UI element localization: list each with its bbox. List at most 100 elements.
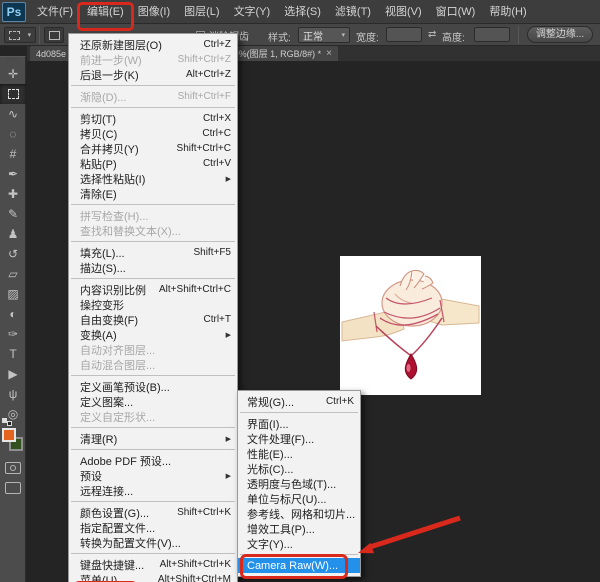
menu-item[interactable]: 单位与标尺(U)...	[238, 491, 360, 506]
menu-item[interactable]: 指定配置文件...	[69, 520, 237, 535]
menu-item[interactable]: 变换(A)▶	[69, 327, 237, 342]
menu-item[interactable]: 清理(R)▶	[69, 431, 237, 446]
menu-item[interactable]: 粘贴(P)Ctrl+V	[69, 156, 237, 171]
menu-item[interactable]: 剪切(T)Ctrl+X	[69, 111, 237, 126]
style-select[interactable]: 正常 ▾	[298, 27, 350, 43]
menu-item[interactable]: 性能(E)...	[238, 446, 360, 461]
menu-item[interactable]: 转换为配置文件(V)...	[69, 535, 237, 550]
dodge-tool-icon[interactable]: ◐	[0, 304, 26, 324]
menu-item[interactable]: 预设▶	[69, 468, 237, 483]
eraser-tool-icon[interactable]: ▱	[0, 264, 26, 284]
menu-item[interactable]: 填充(L)...Shift+F5	[69, 245, 237, 260]
menu-item[interactable]: 后退一步(K)Alt+Ctrl+Z	[69, 67, 237, 82]
submenu-arrow-icon: ▶	[226, 472, 231, 480]
width-label: 宽度:	[356, 29, 379, 44]
menubar-item[interactable]: 文字(Y)	[227, 0, 278, 24]
menubar-item[interactable]: 帮助(H)	[482, 0, 533, 24]
screen-mode-button[interactable]	[5, 482, 21, 494]
type-tool-icon[interactable]: T	[0, 344, 26, 364]
clone-stamp-tool-icon[interactable]: ♟	[0, 224, 26, 244]
menu-item[interactable]: 拼写检查(H)...	[69, 208, 237, 223]
menubar-item[interactable]: 图像(I)	[131, 0, 177, 24]
menu-item[interactable]: 定义自定形状...	[69, 409, 237, 424]
menu-item[interactable]: 操控变形	[69, 297, 237, 312]
menu-item[interactable]: 描边(S)...	[69, 260, 237, 275]
close-icon[interactable]: ×	[326, 48, 332, 59]
menu-item-label: 光标(C)...	[247, 461, 293, 477]
menu-item[interactable]: 合并拷贝(Y)Shift+Ctrl+C	[69, 141, 237, 156]
spot-healing-brush-tool-icon[interactable]: ✚	[0, 184, 26, 204]
toolbox-grip-icon[interactable]: ····	[0, 57, 25, 64]
menu-item-label: 单位与标尺(U)...	[247, 491, 326, 507]
height-input[interactable]	[474, 27, 510, 42]
menu-item[interactable]: 界面(I)...	[238, 416, 360, 431]
swap-dimensions-icon[interactable]: ⇄	[428, 29, 436, 40]
menu-item-label: 查找和替换文本(X)...	[80, 223, 181, 239]
menubar-item[interactable]: 滤镜(T)	[328, 0, 378, 24]
menu-item[interactable]: 前进一步(W)Shift+Ctrl+Z	[69, 52, 237, 67]
brush-tool-icon[interactable]: ✎	[0, 204, 26, 224]
menu-item[interactable]: Camera Raw(W)...	[238, 558, 360, 573]
menu-item-label: 界面(I)...	[247, 416, 289, 432]
canvas-image[interactable]	[340, 256, 481, 395]
move-tool-icon[interactable]: ✛	[0, 64, 26, 84]
menu-item[interactable]: 清除(E)	[69, 186, 237, 201]
menu-item[interactable]: 增效工具(P)...	[238, 521, 360, 536]
menu-item[interactable]: 查找和替换文本(X)...	[69, 223, 237, 238]
quick-selection-tool-icon[interactable]: ◌	[0, 124, 26, 144]
path-selection-tool-icon[interactable]: ▶	[0, 364, 26, 384]
menu-item[interactable]: 定义画笔预设(B)...	[69, 379, 237, 394]
menu-item-label: 菜单(U)...	[80, 572, 126, 582]
lasso-tool-icon[interactable]: ∿	[0, 104, 26, 124]
eyedropper-tool-icon[interactable]: ✒	[0, 164, 26, 184]
menu-item[interactable]: 自动对齐图层...	[69, 342, 237, 357]
crop-tool-icon[interactable]: #	[0, 144, 26, 164]
menu-item-shortcut: Alt+Shift+Ctrl+C	[159, 284, 231, 295]
rectangular-marquee-tool-icon[interactable]	[0, 84, 26, 104]
width-input[interactable]	[386, 27, 422, 42]
menu-item[interactable]: 自由变换(F)Ctrl+T	[69, 312, 237, 327]
menubar-item[interactable]: 文件(F)	[30, 0, 80, 24]
menu-item[interactable]: 拷贝(C)Ctrl+C	[69, 126, 237, 141]
menu-item[interactable]: 参考线、网格和切片...	[238, 506, 360, 521]
menu-item[interactable]: 定义图案...	[69, 394, 237, 409]
menu-item[interactable]: 还原新建图层(O)Ctrl+Z	[69, 37, 237, 52]
new-selection-mode-button[interactable]	[44, 27, 64, 43]
photoshop-window: Ps 文件(F)编辑(E)图像(I)图层(L)文字(Y)选择(S)滤镜(T)视图…	[0, 0, 600, 582]
history-brush-tool-icon[interactable]: ↺	[0, 244, 26, 264]
menu-item[interactable]: 内容识别比例Alt+Shift+Ctrl+C	[69, 282, 237, 297]
foreground-color-swatch[interactable]	[2, 428, 16, 442]
hand-tool-icon[interactable]: ψ	[0, 384, 26, 404]
menu-item[interactable]: 菜单(U)... Alt+Shift+Ctrl+M	[69, 572, 237, 582]
menu-item-label: 粘贴(P)	[80, 156, 117, 172]
menubar-item[interactable]: 视图(V)	[378, 0, 429, 24]
menu-item-label: 后退一步(K)	[80, 67, 139, 83]
gradient-tool-icon[interactable]: ▨	[0, 284, 26, 304]
quick-mask-button[interactable]	[5, 462, 21, 474]
menu-item[interactable]: 文字(Y)...	[238, 536, 360, 551]
menu-item[interactable]: Adobe PDF 预设...	[69, 453, 237, 468]
tool-preset-picker[interactable]: ▾	[4, 27, 36, 43]
menu-item[interactable]: 透明度与色域(T)...	[238, 476, 360, 491]
menubar-item[interactable]: 编辑(E)	[80, 0, 131, 24]
default-colors-icon[interactable]	[2, 418, 12, 426]
menu-item[interactable]: 光标(C)...	[238, 461, 360, 476]
menu-item[interactable]: 自动混合图层...	[69, 357, 237, 372]
menubar-item[interactable]: 选择(S)	[277, 0, 328, 24]
menu-item-shortcut: Shift+Ctrl+K	[177, 507, 231, 518]
menu-item-shortcut: Alt+Shift+Ctrl+M	[158, 574, 231, 582]
menu-item[interactable]: 颜色设置(G)...Shift+Ctrl+K	[69, 505, 237, 520]
menu-item-label: 自动对齐图层...	[80, 342, 155, 358]
menu-item[interactable]: 键盘快捷键...Alt+Shift+Ctrl+K	[69, 557, 237, 572]
menu-item[interactable]: 选择性粘贴(I)▶	[69, 171, 237, 186]
refine-edge-button[interactable]: 调整边缘...	[527, 26, 593, 43]
menu-item[interactable]: 远程连接...	[69, 483, 237, 498]
menubar-item[interactable]: 图层(L)	[177, 0, 226, 24]
menubar-item[interactable]: 窗口(W)	[429, 0, 483, 24]
menu-item[interactable]: 常规(G)...Ctrl+K	[238, 394, 360, 409]
menu-item-label: Adobe PDF 预设...	[80, 453, 171, 469]
menu-item[interactable]: 渐隐(D)...Shift+Ctrl+F	[69, 89, 237, 104]
pen-tool-icon[interactable]: ✑	[0, 324, 26, 344]
photoshop-logo-icon[interactable]: Ps	[2, 2, 26, 22]
menu-item[interactable]: 文件处理(F)...	[238, 431, 360, 446]
